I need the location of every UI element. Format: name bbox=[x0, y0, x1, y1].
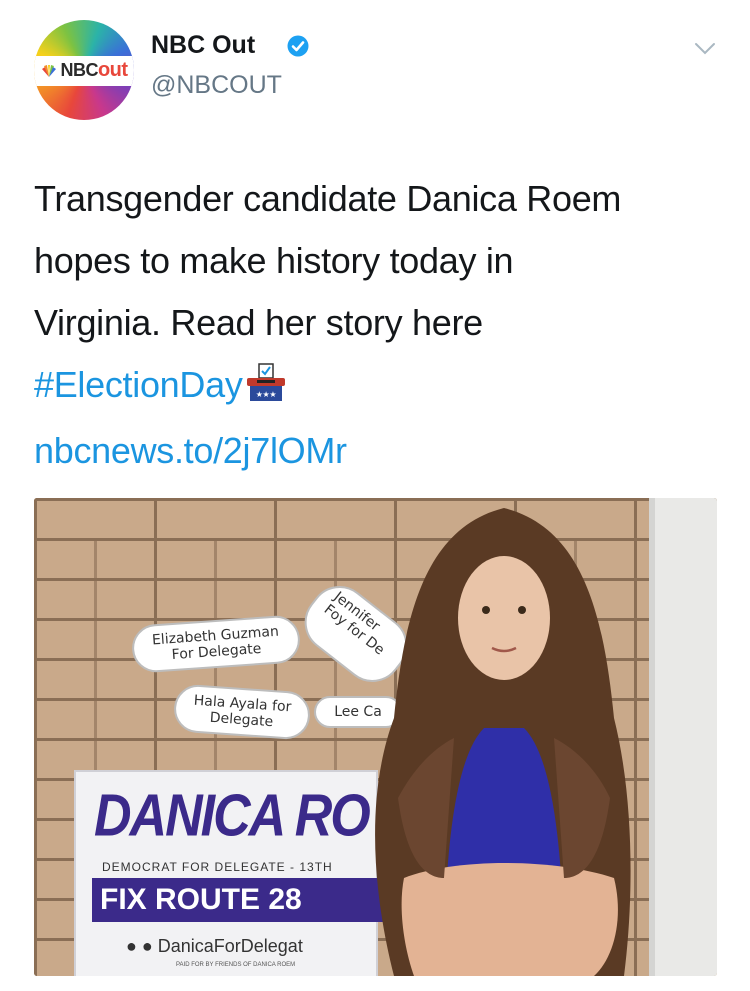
tweet-line-1: Transgender candidate Danica Roem bbox=[34, 178, 622, 219]
ballot-box-icon: ★★★ bbox=[246, 363, 285, 401]
verified-badge-icon bbox=[287, 35, 309, 57]
sign-social: ● ● DanicaForDelegat bbox=[126, 936, 303, 957]
chevron-down-icon[interactable] bbox=[694, 42, 716, 56]
avatar[interactable]: NBCout bbox=[34, 20, 134, 120]
avatar-logo-nbc: NBC bbox=[60, 60, 98, 80]
campaign-sign: DANICA RO DEMOCRAT FOR DELEGATE - 13TH F… bbox=[74, 770, 390, 976]
avatar-logo-out: out bbox=[97, 59, 128, 81]
sign-fine-print: PAID FOR BY FRIENDS OF DANICA ROEM bbox=[176, 962, 296, 968]
nbc-out-logo: NBCout bbox=[34, 59, 134, 82]
account-name[interactable]: NBC Out bbox=[151, 31, 255, 60]
candidate-portrait bbox=[375, 508, 631, 976]
tweet-line-2: hopes to make history today in bbox=[34, 240, 514, 281]
sign-social-handle: DanicaForDelegat bbox=[157, 936, 303, 956]
peacock-icon bbox=[42, 65, 57, 77]
social-icons: ● ● bbox=[126, 936, 158, 956]
tweet-text: Transgender candidate Danica Roem hopes … bbox=[34, 168, 734, 482]
speech-bubble-ayala: Hala Ayala for Delegate bbox=[172, 683, 312, 741]
story-link[interactable]: nbcnews.to/2j7lOMr bbox=[34, 420, 734, 482]
svg-text:★★★: ★★★ bbox=[255, 390, 276, 399]
hashtag-link[interactable]: #ElectionDay bbox=[34, 364, 243, 405]
account-handle[interactable]: @NBCOUT bbox=[151, 71, 282, 100]
sign-title: DANICA RO bbox=[94, 782, 371, 850]
tweet-photo[interactable]: Elizabeth Guzman For Delegate Hala Ayala… bbox=[34, 498, 717, 976]
tweet-line-3: Virginia. Read her story here bbox=[34, 302, 483, 343]
sign-subtitle: DEMOCRAT FOR DELEGATE - 13TH bbox=[102, 860, 333, 874]
